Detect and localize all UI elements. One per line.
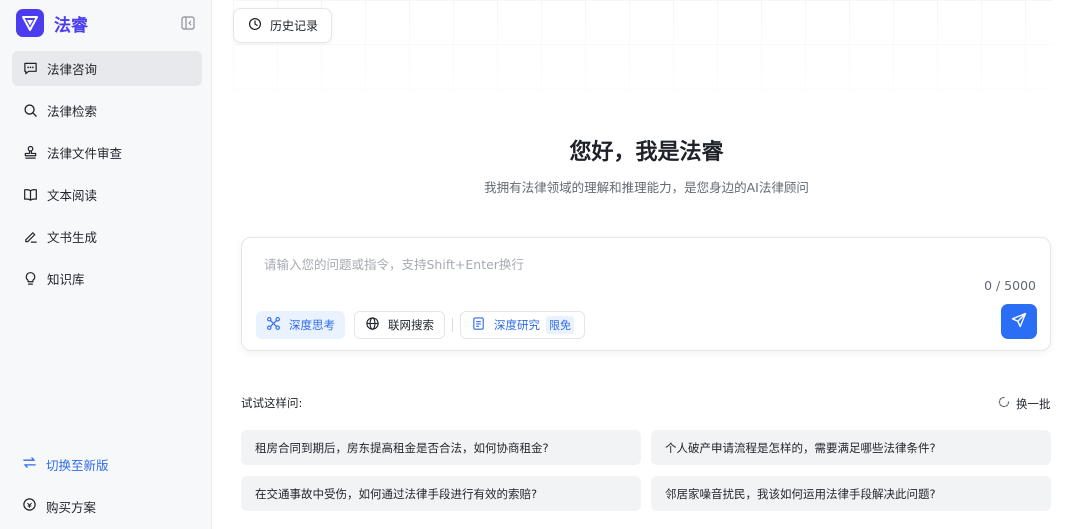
clock-icon xyxy=(248,16,262,35)
deep-research-toggle[interactable]: 深度研究 限免 xyxy=(460,311,585,339)
history-label: 历史记录 xyxy=(270,19,319,33)
sidebar-item-label: 法律文件审查 xyxy=(47,146,123,161)
purchase-plan-button[interactable]: 购买方案 xyxy=(12,490,202,522)
purchase-plan-label: 购买方案 xyxy=(46,499,97,515)
sidebar-item-label: 法律检索 xyxy=(47,104,98,119)
logo-icon xyxy=(16,9,44,37)
page-title: 您好，我是法睿 xyxy=(569,140,724,165)
sidebar-item-text-reading[interactable]: 文本阅读 xyxy=(12,177,202,212)
switch-version-label: 切换至新版 xyxy=(46,457,109,473)
sidebar-item-label: 文本阅读 xyxy=(47,188,98,203)
coin-icon xyxy=(22,497,37,516)
sidebar-item-label: 知识库 xyxy=(47,272,85,287)
sidebar-collapse-icon[interactable] xyxy=(180,15,196,31)
stamp-icon xyxy=(22,145,38,161)
sidebar-nav: 法律咨询 法律检索 法律文件审查 文本阅读 文书生成 知识库 xyxy=(12,51,202,303)
deep-think-toggle[interactable]: 深度思考 xyxy=(256,311,345,339)
query-input-card: 0 / 5000 深度思考 联网搜索 深度研究 限免 xyxy=(241,237,1051,351)
char-counter: 0 / 5000 xyxy=(984,278,1036,293)
refresh-suggestions-button[interactable]: 换一批 xyxy=(997,394,1051,413)
refresh-icon xyxy=(997,394,1011,413)
history-button[interactable]: 历史记录 xyxy=(233,8,332,43)
brand-name: 法睿 xyxy=(54,15,88,36)
query-input[interactable] xyxy=(264,254,1024,278)
chat-bubble-icon xyxy=(22,61,38,77)
book-open-icon xyxy=(22,187,38,203)
globe-icon xyxy=(365,316,380,334)
deep-think-label: 深度思考 xyxy=(289,318,335,332)
brand[interactable]: 法睿 xyxy=(16,9,88,37)
document-icon xyxy=(471,316,486,334)
sidebar-item-legal-search[interactable]: 法律检索 xyxy=(12,93,202,128)
suggestions-label: 试试这样问: xyxy=(241,396,303,410)
sidebar-item-legal-consult[interactable]: 法律咨询 xyxy=(12,51,202,86)
web-search-label: 联网搜索 xyxy=(388,318,434,332)
suggestion-item[interactable]: 租房合同到期后，房东提高租金是否合法，如何协商租金? xyxy=(241,430,641,465)
suggestion-item[interactable]: 在交通事故中受伤，如何通过法律手段进行有效的索赔? xyxy=(241,476,641,511)
web-search-toggle[interactable]: 联网搜索 xyxy=(354,311,445,339)
sidebar: 法睿 法律咨询 法律检索 法律文件审查 文本阅读 文书生成 知识库 切换至新版 … xyxy=(0,0,212,529)
atom-icon xyxy=(266,316,281,334)
chip-divider xyxy=(452,318,453,332)
search-icon xyxy=(22,103,38,119)
send-button[interactable] xyxy=(1001,304,1037,339)
deep-research-label: 深度研究 xyxy=(494,318,540,332)
swap-arrows-icon xyxy=(22,455,37,474)
suggestion-item[interactable]: 邻居家噪音扰民，我该如何运用法律手段解决此问题? xyxy=(651,476,1051,511)
main-content: 历史记录 您好，我是法睿 我拥有法律领域的理解和推理能力，是您身边的AI法律顾问… xyxy=(213,0,1080,529)
refresh-label: 换一批 xyxy=(1016,396,1051,411)
sidebar-item-document-generation[interactable]: 文书生成 xyxy=(12,219,202,254)
sidebar-item-knowledge-base[interactable]: 知识库 xyxy=(12,261,202,296)
free-badge: 限免 xyxy=(546,316,574,334)
lightbulb-icon xyxy=(22,271,38,287)
sidebar-item-label: 文书生成 xyxy=(47,230,98,245)
grid-fade xyxy=(233,0,1053,130)
page-subtitle: 我拥有法律领域的理解和推理能力，是您身边的AI法律顾问 xyxy=(484,180,809,195)
pen-icon xyxy=(22,229,38,245)
suggestion-item[interactable]: 个人破产申请流程是怎样的，需要满足哪些法律条件? xyxy=(651,430,1051,465)
sidebar-item-document-review[interactable]: 法律文件审查 xyxy=(12,135,202,170)
switch-version-button[interactable]: 切换至新版 xyxy=(12,448,202,480)
send-icon xyxy=(1011,312,1027,332)
sidebar-item-label: 法律咨询 xyxy=(47,62,98,77)
